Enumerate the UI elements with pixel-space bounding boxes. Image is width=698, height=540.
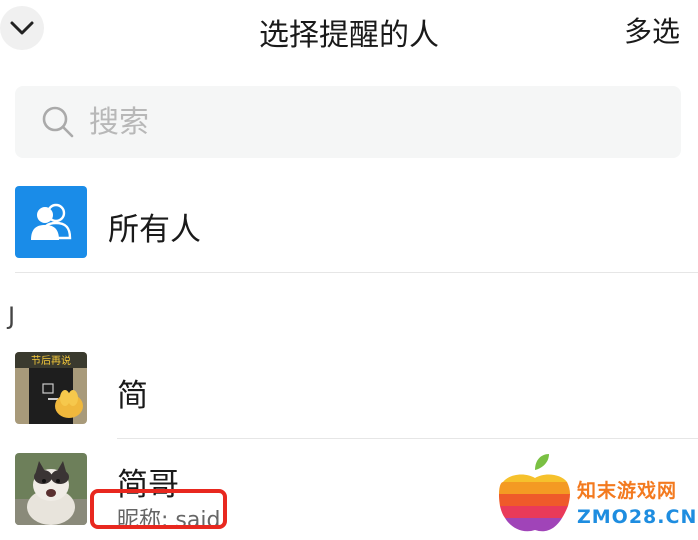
contact-item[interactable]: 节后再说 简 (0, 352, 698, 426)
everyone-item[interactable]: 所有人 (0, 186, 698, 260)
watermark-cn: 知末游戏网 (577, 480, 678, 502)
avatar: 节后再说 (15, 352, 87, 424)
divider (15, 272, 698, 273)
section-index-letter: J (8, 302, 16, 330)
search-input[interactable] (89, 104, 649, 140)
nickname-highlight-box (90, 489, 227, 529)
watermark: 知末游戏网 ZMO28.CN (495, 452, 698, 536)
everyone-label: 所有人 (108, 212, 201, 248)
multi-select-button[interactable]: 多选 (624, 10, 680, 50)
apple-logo-icon (499, 454, 570, 532)
group-icon (15, 186, 87, 258)
avatar-caption: 节后再说 (31, 354, 71, 367)
contact-name: 简 (117, 378, 148, 414)
search-box[interactable] (15, 86, 681, 158)
divider (117, 438, 698, 439)
watermark-en: ZMO28.CN (577, 506, 698, 528)
header-bar: 选择提醒的人 多选 (0, 0, 698, 60)
avatar (15, 453, 87, 525)
search-icon (42, 106, 74, 138)
page-title: 选择提醒的人 (259, 18, 439, 53)
